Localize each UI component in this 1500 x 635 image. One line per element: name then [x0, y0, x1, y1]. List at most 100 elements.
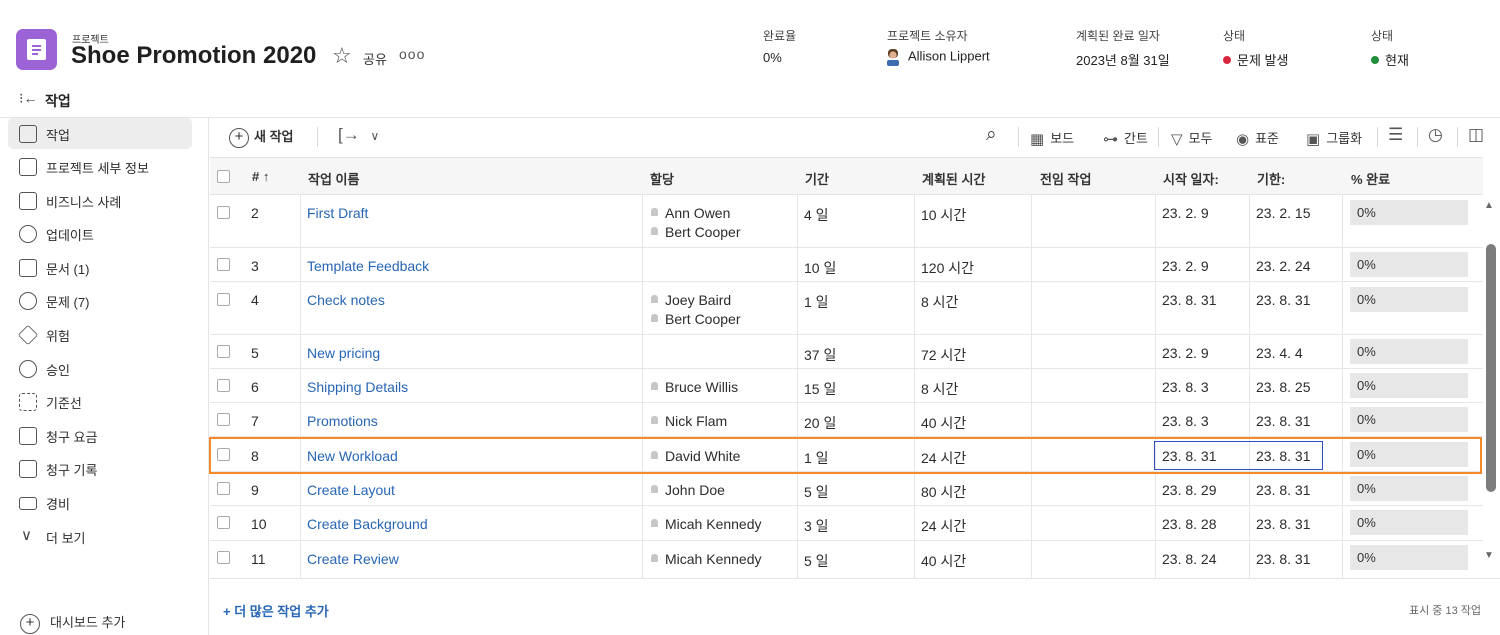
task-name-link[interactable]: Check notes — [307, 292, 385, 308]
select-all-checkbox[interactable] — [217, 170, 230, 183]
timeline-icon[interactable]: ◷ — [1428, 125, 1443, 145]
sidebar-item-show-more[interactable]: ∨ 더 보기 — [8, 521, 192, 552]
column-header-number[interactable]: # ↑ — [252, 169, 269, 184]
start-date-cell[interactable]: 23. 8. 3 — [1162, 379, 1209, 395]
group-button[interactable]: ▣ 그룹화 — [1306, 128, 1362, 148]
assignee[interactable]: Joey Baird — [651, 292, 731, 308]
sidebar-item-updates[interactable]: 업데이트 — [8, 218, 192, 249]
planned-hours-cell[interactable]: 8 시간 — [921, 292, 958, 312]
row-checkbox[interactable] — [217, 482, 230, 495]
view-button[interactable]: ◉ 표준 — [1236, 128, 1279, 148]
table-row[interactable]: 2 First Draft Ann Owen Bert Cooper 4 일 1… — [210, 195, 1483, 248]
duration-cell[interactable]: 1 일 — [804, 448, 829, 468]
due-date-cell[interactable]: 23. 4. 4 — [1256, 345, 1303, 361]
table-row[interactable]: 10 Create Background Micah Kennedy 3 일 2… — [210, 506, 1483, 541]
row-checkbox[interactable] — [217, 379, 230, 392]
task-name-link[interactable]: Promotions — [307, 413, 378, 429]
assignee[interactable]: Micah Kennedy — [651, 516, 762, 532]
sidebar-item-project-details[interactable]: 프로젝트 세부 정보 — [8, 151, 192, 182]
planned-hours-cell[interactable]: 72 시간 — [921, 345, 966, 365]
scroll-up-arrow-icon[interactable]: ▲ — [1484, 200, 1494, 211]
task-name-link[interactable]: First Draft — [307, 205, 368, 221]
due-date-cell[interactable]: 23. 2. 24 — [1256, 258, 1311, 274]
task-name-link[interactable]: Create Background — [307, 516, 428, 532]
planned-hours-cell[interactable]: 24 시간 — [921, 516, 966, 536]
task-name-link[interactable]: New pricing — [307, 345, 380, 361]
row-checkbox[interactable] — [217, 345, 230, 358]
task-name-link[interactable]: Shipping Details — [307, 379, 408, 395]
planned-hours-cell[interactable]: 120 시간 — [921, 258, 974, 278]
assignee[interactable]: Ann Owen — [651, 205, 730, 221]
task-name-link[interactable]: New Workload — [307, 448, 398, 464]
due-date-cell[interactable]: 23. 8. 31 — [1256, 413, 1311, 429]
export-icon[interactable]: [→ ∨ — [338, 125, 379, 145]
duration-cell[interactable]: 5 일 — [804, 551, 829, 571]
planned-hours-cell[interactable]: 80 시간 — [921, 482, 966, 502]
column-header-start-date[interactable]: 시작 일자: — [1163, 169, 1219, 188]
duration-cell[interactable]: 10 일 — [804, 258, 836, 278]
duration-cell[interactable]: 37 일 — [804, 345, 836, 365]
planned-hours-cell[interactable]: 40 시간 — [921, 413, 966, 433]
sidebar-item-expenses[interactable]: 경비 — [8, 487, 192, 518]
table-row[interactable]: 9 Create Layout John Doe 5 일 80 시간 23. 8… — [210, 472, 1483, 506]
panel-toggle-icon[interactable]: ◫ — [1468, 125, 1484, 145]
task-name-link[interactable]: Create Layout — [307, 482, 395, 498]
sidebar-item-tasks[interactable]: 작업 — [8, 118, 192, 149]
percent-complete-cell[interactable]: 0% — [1350, 442, 1468, 467]
duration-cell[interactable]: 5 일 — [804, 482, 829, 502]
start-date-cell[interactable]: 23. 8. 29 — [1162, 482, 1217, 498]
duration-cell[interactable]: 20 일 — [804, 413, 836, 433]
start-date-cell[interactable]: 23. 8. 3 — [1162, 413, 1209, 429]
assignee[interactable]: Micah Kennedy — [651, 551, 762, 567]
sidebar-item-documents[interactable]: 문서 (1) — [8, 252, 192, 283]
percent-complete-cell[interactable]: 0% — [1350, 510, 1468, 535]
row-checkbox[interactable] — [217, 258, 230, 271]
row-checkbox[interactable] — [217, 448, 230, 461]
duration-cell[interactable]: 1 일 — [804, 292, 829, 312]
start-date-cell[interactable]: 23. 2. 9 — [1162, 205, 1209, 221]
add-more-tasks-link[interactable]: + 더 많은 작업 추가 — [223, 601, 329, 620]
column-header-percent-complete[interactable]: % 완료 — [1351, 169, 1390, 188]
favorite-star-icon[interactable]: ☆ — [332, 45, 352, 67]
sidebar-item-risks[interactable]: 위험 — [8, 319, 192, 350]
due-date-cell[interactable]: 23. 8. 25 — [1256, 379, 1311, 395]
table-row[interactable]: 5 New pricing 37 일 72 시간 23. 2. 9 23. 4.… — [210, 335, 1483, 369]
table-row[interactable]: 4 Check notes Joey Baird Bert Cooper 1 일… — [210, 282, 1483, 335]
planned-hours-cell[interactable]: 24 시간 — [921, 448, 966, 468]
table-row-selected[interactable]: 8 New Workload David White 1 일 24 시간 23.… — [210, 437, 1483, 472]
row-checkbox[interactable] — [217, 551, 230, 564]
start-date-cell[interactable]: 23. 8. 31 — [1162, 292, 1217, 308]
start-date-cell[interactable]: 23. 8. 28 — [1162, 516, 1217, 532]
column-header-due-date[interactable]: 기한: — [1257, 169, 1285, 188]
search-icon[interactable]: ⌕ — [986, 124, 997, 146]
percent-complete-cell[interactable]: 0% — [1350, 373, 1468, 398]
due-date-cell[interactable]: 23. 8. 31 — [1256, 516, 1311, 532]
column-header-predecessors[interactable]: 전임 작업 — [1040, 169, 1091, 188]
start-date-cell[interactable]: 23. 8. 31 — [1162, 448, 1217, 464]
row-checkbox[interactable] — [217, 413, 230, 426]
sidebar-item-issues[interactable]: 문제 (7) — [8, 285, 192, 316]
assignee[interactable]: David White — [651, 448, 740, 464]
planned-hours-cell[interactable]: 40 시간 — [921, 551, 966, 571]
row-checkbox[interactable] — [217, 516, 230, 529]
duration-cell[interactable]: 15 일 — [804, 379, 836, 399]
collapse-panel-icon[interactable]: ⁝← — [19, 90, 37, 107]
assignee[interactable]: Bert Cooper — [651, 311, 740, 327]
meta-value-status[interactable]: 현재 — [1371, 50, 1409, 69]
due-date-cell[interactable]: 23. 8. 31 — [1256, 448, 1311, 464]
duration-cell[interactable]: 3 일 — [804, 516, 829, 536]
new-task-button[interactable]: + 새 작업 — [229, 126, 294, 148]
due-date-cell[interactable]: 23. 8. 31 — [1256, 482, 1311, 498]
assignee[interactable]: Nick Flam — [651, 413, 727, 429]
sidebar-item-business-case[interactable]: 비즈니스 사례 — [8, 185, 192, 216]
percent-complete-cell[interactable]: 0% — [1350, 287, 1468, 312]
due-date-cell[interactable]: 23. 8. 31 — [1256, 292, 1311, 308]
table-row[interactable]: 11 Create Review Micah Kennedy 5 일 40 시간… — [210, 541, 1483, 578]
assignee[interactable]: Bert Cooper — [651, 224, 740, 240]
row-checkbox[interactable] — [217, 293, 230, 306]
percent-complete-cell[interactable]: 0% — [1350, 200, 1468, 225]
sidebar-item-billing-rates[interactable]: 청구 요금 — [8, 420, 192, 451]
table-row[interactable]: 6 Shipping Details Bruce Willis 15 일 8 시… — [210, 369, 1483, 403]
column-header-assignment[interactable]: 할당 — [650, 169, 674, 188]
column-header-task-name[interactable]: 작업 이름 — [308, 169, 359, 188]
